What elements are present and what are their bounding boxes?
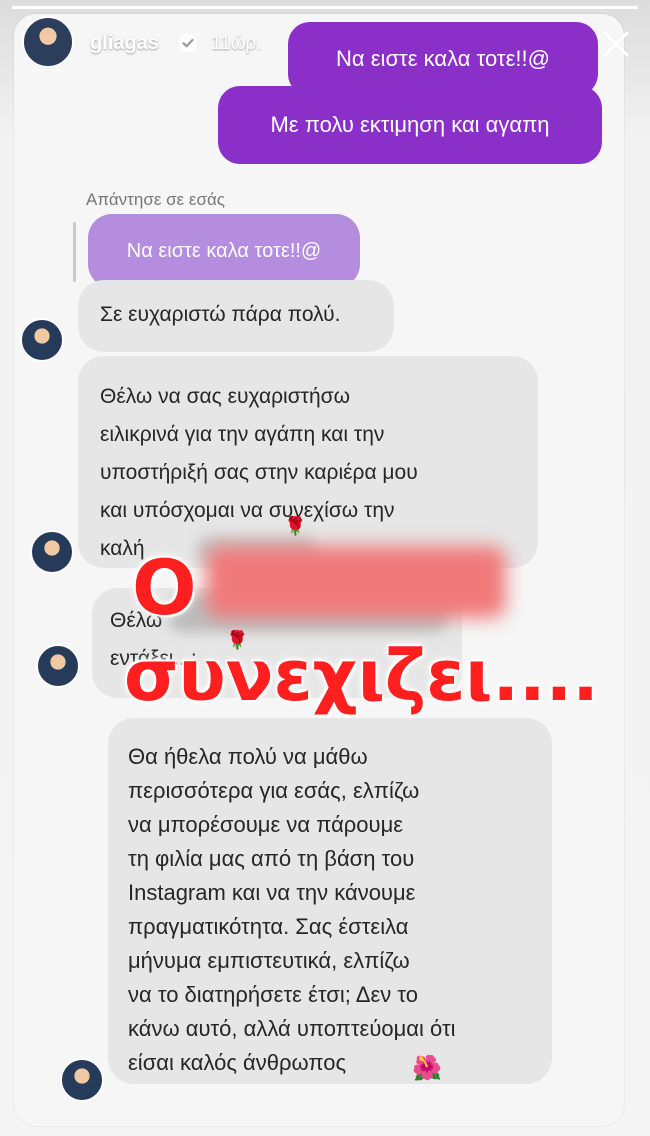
sender-avatar: [30, 530, 74, 574]
story-progress-bar: [12, 6, 638, 9]
sent-message-bubble: Να ειστε καλα τοτε!!@: [288, 22, 598, 96]
story-timestamp: 11ώρ.: [211, 33, 262, 54]
sent-message-bubble: Με πολυ εκτιμηση και αγαπη: [218, 86, 602, 164]
message-text: Θα ήθελα πολύ να μάθω περισσότερα για εσ…: [128, 744, 456, 1075]
hibiscus-icon: 🌺: [412, 1055, 442, 1082]
rose-icon: 🌹: [284, 516, 307, 536]
received-message-bubble: Θα ήθελα πολύ να μάθω περισσότερα για εσ…: [108, 718, 552, 1084]
quoted-reply-bubble: Να ειστε καλα τοτε!!@: [88, 214, 360, 288]
received-message-bubble: Θέλω να σας ευχαριστήσω ειλικρινά για τη…: [78, 356, 538, 568]
received-message-bubble: Σε ευχαριστώ πάρα πολύ.: [78, 280, 394, 352]
overlay-text-line2: συνεχιζει....: [124, 635, 599, 717]
message-text: Σε ευχαριστώ πάρα πολύ.: [100, 303, 341, 326]
close-icon[interactable]: [598, 26, 634, 62]
message-text: Θέλω να σας ευχαριστήσω ειλικρινά για τη…: [100, 385, 418, 560]
verified-badge-icon: [179, 34, 197, 52]
story-progress-fill: [12, 6, 638, 9]
profile-username[interactable]: gliagas: [90, 32, 159, 55]
sender-avatar: [20, 318, 64, 362]
sender-avatar: [60, 1058, 104, 1102]
sender-avatar: [36, 644, 80, 688]
blurred-overlay-word: [206, 546, 506, 618]
profile-avatar[interactable]: [22, 16, 74, 68]
overlay-text-line1: Ο: [132, 543, 197, 632]
reply-label: Απάντησε σε εσάς: [86, 190, 226, 209]
reply-indicator-bar: [73, 222, 76, 282]
